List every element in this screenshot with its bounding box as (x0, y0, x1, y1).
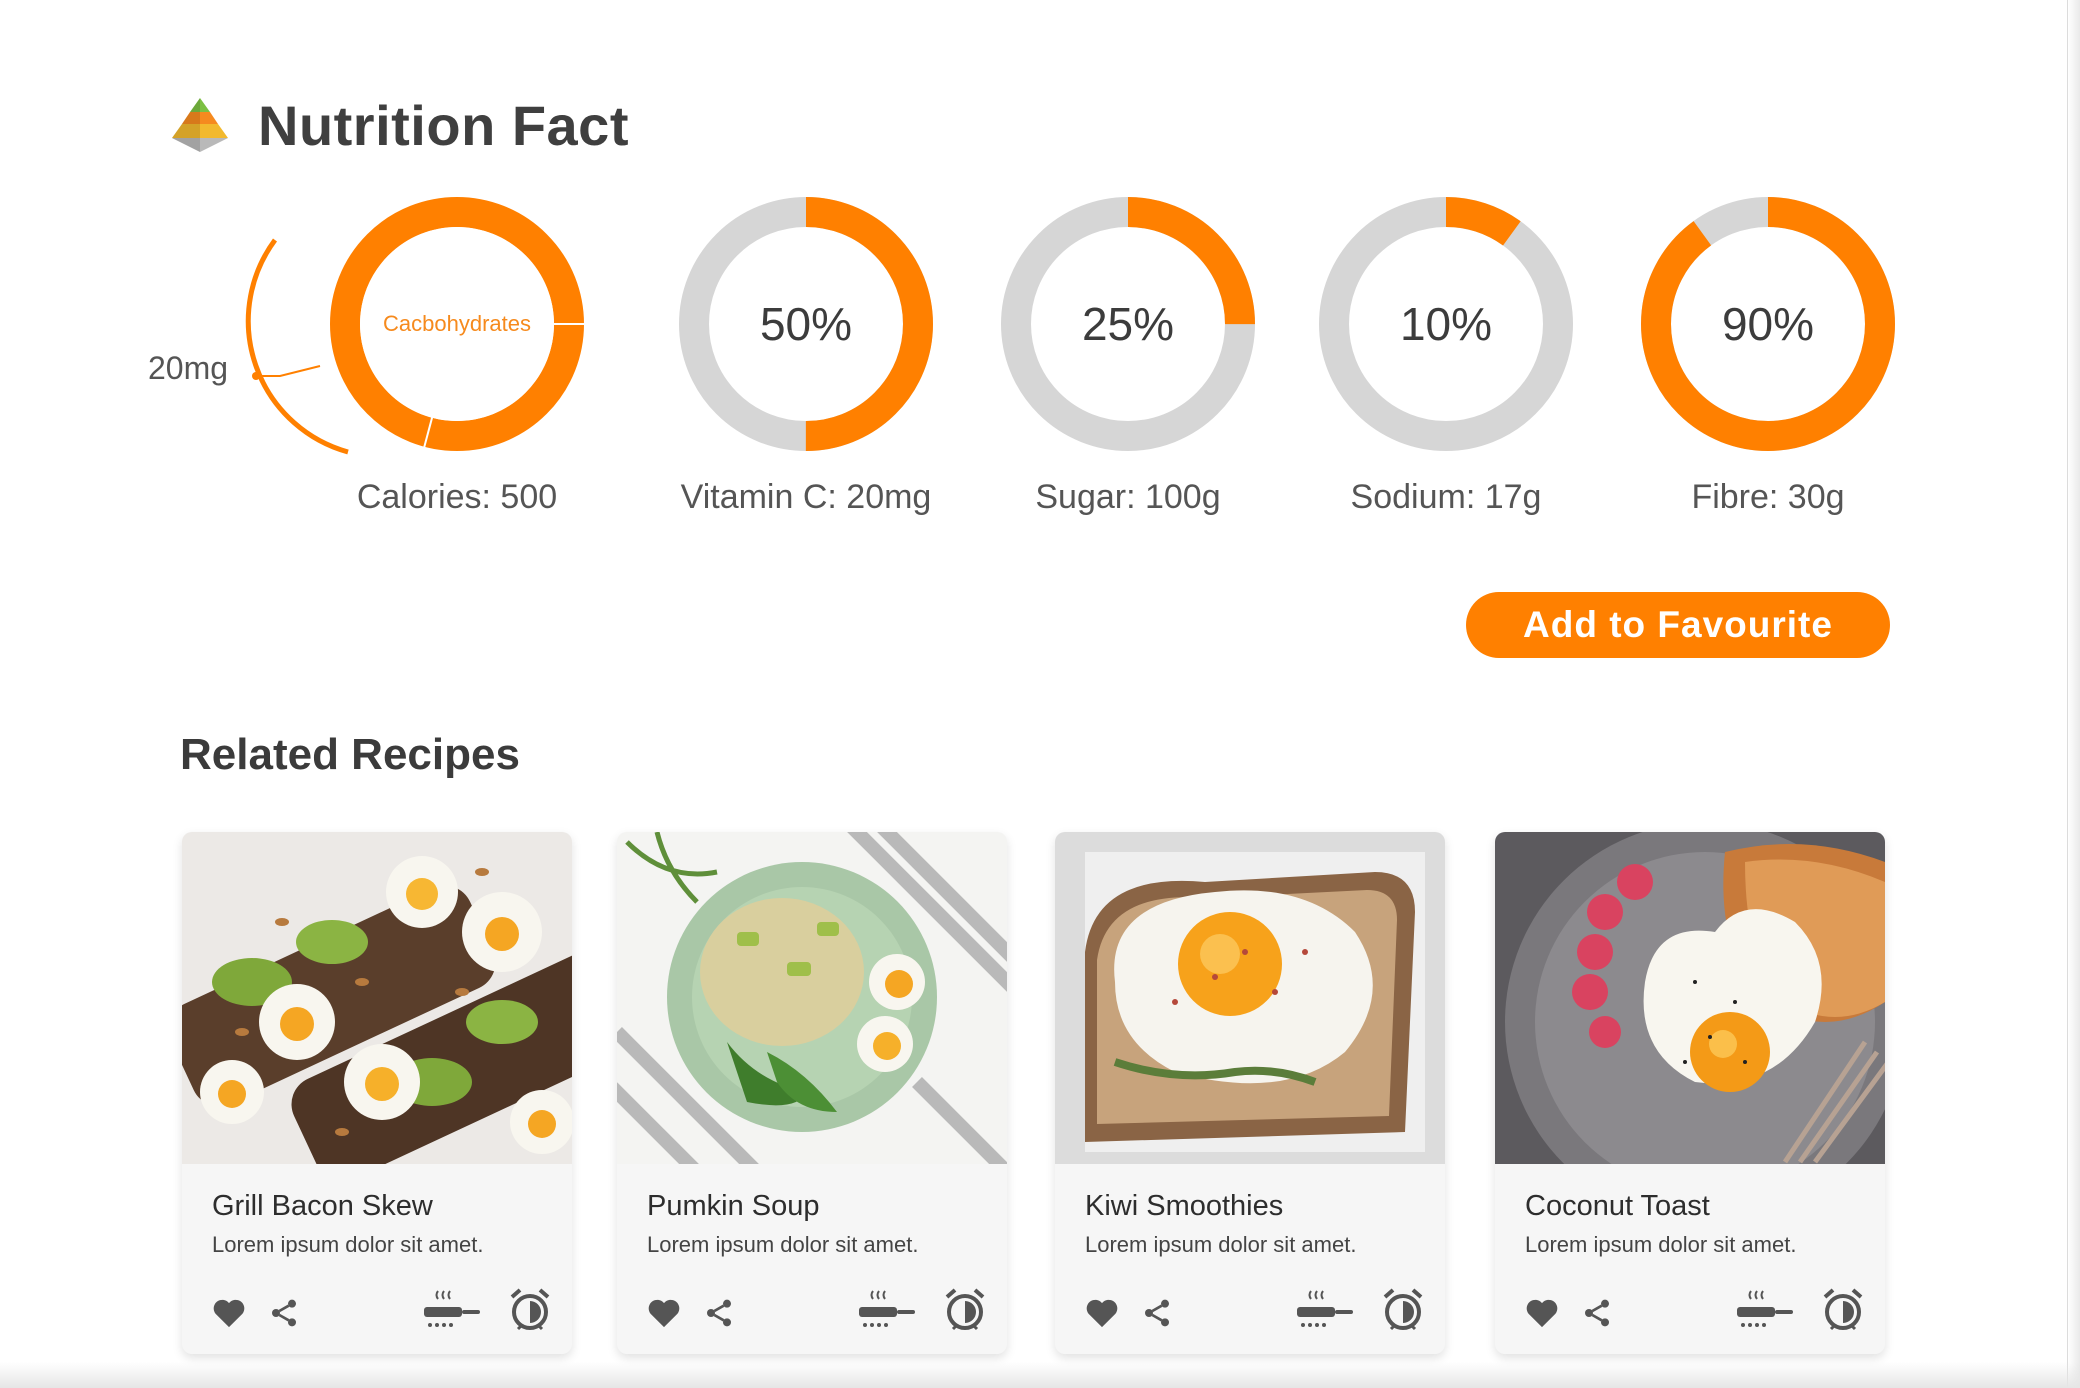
recipe-image[interactable] (617, 832, 1007, 1164)
sugar-percent: 25% (1081, 298, 1175, 350)
fibre-label: Fibre: 30g (1691, 478, 1845, 516)
recipe-title[interactable]: Pumkin Soup (647, 1190, 820, 1223)
page-header: Nutrition Fact (166, 88, 629, 162)
recipe-card[interactable]: Kiwi Smoothies Lorem ipsum dolor sit ame… (1055, 832, 1445, 1354)
bottom-edge-shadow (0, 1362, 2080, 1388)
share-icon[interactable] (703, 1297, 735, 1329)
alarm-clock-icon[interactable] (943, 1287, 987, 1333)
avocado-egg-toast-image (182, 832, 572, 1164)
recipe-card[interactable]: Pumkin Soup Lorem ipsum dolor sit amet. (617, 832, 1007, 1354)
alarm-clock-icon[interactable] (1381, 1287, 1425, 1333)
related-recipes-heading: Related Recipes (180, 730, 520, 779)
recipe-image[interactable] (1055, 832, 1445, 1164)
share-icon[interactable] (268, 1297, 300, 1329)
scrollbar[interactable] (2067, 0, 2080, 1388)
recipe-title[interactable]: Coconut Toast (1525, 1190, 1710, 1223)
egg-on-toast-image (1055, 832, 1445, 1164)
recipe-title[interactable]: Kiwi Smoothies (1085, 1190, 1283, 1223)
heart-icon[interactable] (212, 1297, 246, 1329)
recipe-title[interactable]: Grill Bacon Skew (212, 1190, 433, 1223)
share-icon[interactable] (1581, 1297, 1613, 1329)
sodium-percent: 10% (1399, 298, 1493, 350)
carbohydrates-label: Cacbohydrates (383, 311, 531, 336)
recipe-image[interactable] (1495, 832, 1885, 1164)
share-icon[interactable] (1141, 1297, 1173, 1329)
cooking-pan-icon[interactable] (420, 1289, 484, 1333)
recipe-image[interactable] (182, 832, 572, 1164)
recipe-actions (1085, 1287, 1425, 1339)
vitamin-c-percent: 50% (759, 298, 853, 350)
heart-icon[interactable] (1525, 1297, 1559, 1329)
recipe-actions (1525, 1287, 1865, 1339)
alarm-clock-icon[interactable] (1821, 1287, 1865, 1333)
cooking-pan-icon[interactable] (1733, 1289, 1797, 1333)
rice-salad-plate-image (617, 832, 1007, 1164)
alarm-clock-icon[interactable] (508, 1287, 552, 1333)
heart-icon[interactable] (647, 1297, 681, 1329)
add-to-favourite-button[interactable]: Add to Favourite (1466, 592, 1890, 658)
fibre-percent: 90% (1721, 298, 1815, 350)
recipe-actions (212, 1287, 552, 1339)
calories-annotation-arc (245, 238, 349, 455)
recipe-description: Lorem ipsum dolor sit amet. (212, 1232, 484, 1257)
food-pyramid-icon (172, 98, 228, 152)
recipe-actions (647, 1287, 987, 1339)
cooking-pan-icon[interactable] (855, 1289, 919, 1333)
page-title: Nutrition Fact (258, 93, 629, 157)
heart-icon[interactable] (1085, 1297, 1119, 1329)
recipe-description: Lorem ipsum dolor sit amet. (1525, 1232, 1797, 1257)
cooking-pan-icon[interactable] (1293, 1289, 1357, 1333)
recipe-card[interactable]: Coconut Toast Lorem ipsum dolor sit amet… (1495, 832, 1885, 1354)
calories-annotation-value: 20mg (148, 350, 229, 386)
recipe-card[interactable]: Grill Bacon Skew Lorem ipsum dolor sit a… (182, 832, 572, 1354)
heart-egg-breakfast-image (1495, 832, 1885, 1164)
recipe-description: Lorem ipsum dolor sit amet. (647, 1232, 919, 1257)
recipe-description: Lorem ipsum dolor sit amet. (1085, 1232, 1357, 1257)
